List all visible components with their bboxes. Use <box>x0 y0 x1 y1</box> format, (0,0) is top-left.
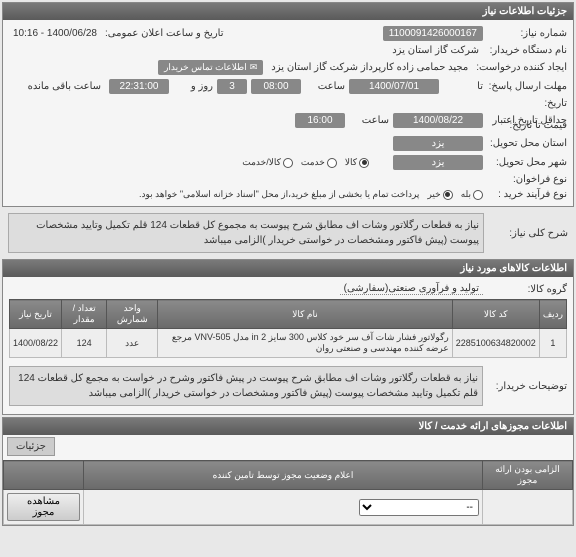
valid-time-label: ساعت <box>349 115 389 126</box>
cell-qty: 124 <box>62 329 107 358</box>
radio-goods[interactable] <box>359 158 369 168</box>
radio-both[interactable] <box>283 158 293 168</box>
delivery-province-value: یزد <box>393 136 483 151</box>
permits-panel: اطلاعات مجوزهای ارائه خدمت / کالا جزئیات… <box>2 417 574 526</box>
group-value: تولید و فرآوری صنعتی(سفارشی) <box>340 283 483 295</box>
col-code: کد کالا <box>452 300 539 329</box>
remain-time-value: 22:31:00 <box>109 79 169 94</box>
buyer-note-text: نیاز به قطعات رگلاتور وشات اف مطابق شرح … <box>9 366 483 406</box>
purchase-note: پرداخت تمام یا بخشی از مبلغ خرید،از محل … <box>135 189 423 200</box>
buyer-org-label: نام دستگاه خریدار: <box>487 45 567 56</box>
cell-name: رگولاتور فشار شات آف سر خود کلاس 300 سای… <box>158 329 452 358</box>
cell-date: 1400/08/22 <box>10 329 62 358</box>
delivery-province-label: استان محل تحویل: <box>487 138 567 149</box>
delivery-city-value: یزد <box>393 155 483 170</box>
view-permit-button[interactable]: مشاهده مجوز <box>7 493 80 521</box>
history-label: تاریخ: <box>487 98 567 109</box>
need-desc-label: شرح کلی نیاز: <box>488 228 568 239</box>
contact-buyer-link[interactable]: اطلاعات تماس خریدار <box>158 60 263 75</box>
permits-header: اطلاعات مجوزهای ارائه خدمت / کالا <box>3 418 573 435</box>
requester-value: مجید حمامی زاده کارپرداز شرکت گاز استان … <box>267 62 472 73</box>
col-qty: تعداد / مقدار <box>62 300 107 329</box>
need-number-label: شماره نیاز: <box>487 28 567 39</box>
permits-table: الزامی بودن ارائه مجوز اعلام وضعیت مجوز … <box>3 460 573 525</box>
permit-status-select[interactable]: -- <box>359 499 479 516</box>
valid-time-value: 16:00 <box>295 113 345 128</box>
call-type-label: نوع فراخوان: <box>487 174 567 185</box>
items-table: ردیف کد کالا نام کالا واحد شمارش تعداد /… <box>9 299 567 358</box>
details-tab[interactable]: جزئیات <box>7 437 55 456</box>
public-announce-label: تاریخ و ساعت اعلان عمومی: <box>105 28 224 39</box>
col-date: تاریخ نیاز <box>10 300 62 329</box>
radio-yes[interactable] <box>473 190 483 200</box>
public-announce-value: 1400/06/28 - 10:16 <box>9 28 101 39</box>
items-panel: اطلاعات کالاهای مورد نیاز گروه کالا: تول… <box>2 259 574 415</box>
purchase-proc-label: نوع فرآیند خرید : <box>487 189 567 200</box>
cell-unit: عدد <box>107 329 158 358</box>
radio-no[interactable] <box>443 190 453 200</box>
valid-date-value: 1400/08/22 <box>393 113 483 128</box>
valid-to-label: قیمت تا تاریخ: <box>487 120 567 131</box>
reply-from-label: تا <box>443 81 483 92</box>
requester-label: ایجاد کننده درخواست: <box>476 62 567 73</box>
days-value: 3 <box>217 79 247 94</box>
remain-label: ساعت باقی مانده <box>24 81 105 92</box>
col-idx: ردیف <box>539 300 566 329</box>
cell-idx: 1 <box>539 329 566 358</box>
delivery-city-label: شهر محل تحویل: <box>487 157 567 168</box>
col-status: اعلام وضعیت مجوز توسط تامین کننده <box>84 461 483 490</box>
col-mandatory: الزامی بودن ارائه مجوز <box>483 461 573 490</box>
need-info-header: جزئیات اطلاعات نیاز <box>3 3 573 20</box>
radio-service[interactable] <box>327 158 337 168</box>
call-type-group: کالا خدمت کالا/خدمت <box>242 157 369 168</box>
permit-row: -- مشاهده مجوز <box>4 490 573 525</box>
buyer-note-label: توضیحات خریدار: <box>487 381 567 392</box>
days-label: روز و <box>173 81 213 92</box>
need-desc-text: نیاز به قطعات رگلاتور وشات اف مطابق شرح … <box>8 213 484 253</box>
cell-code: 2285100634820002 <box>452 329 539 358</box>
reply-deadline-label: مهلت ارسال پاسخ: <box>487 81 567 92</box>
reply-time-value: 08:00 <box>251 79 301 94</box>
col-unit: واحد شمارش <box>107 300 158 329</box>
need-number-value: 1100091426000167 <box>383 26 483 41</box>
buyer-org-value: شرکت گاز استان یزد <box>388 45 483 56</box>
col-name: نام کالا <box>158 300 452 329</box>
items-header: اطلاعات کالاهای مورد نیاز <box>3 260 573 277</box>
proc-group: بله خیر <box>427 189 483 200</box>
group-label: گروه کالا: <box>487 284 567 295</box>
need-info-panel: جزئیات اطلاعات نیاز شماره نیاز: 11000914… <box>2 2 574 207</box>
reply-date-value: 1400/07/01 <box>349 79 439 94</box>
table-row: 1 2285100634820002 رگولاتور فشار شات آف … <box>10 329 567 358</box>
reply-time-label: ساعت <box>305 81 345 92</box>
